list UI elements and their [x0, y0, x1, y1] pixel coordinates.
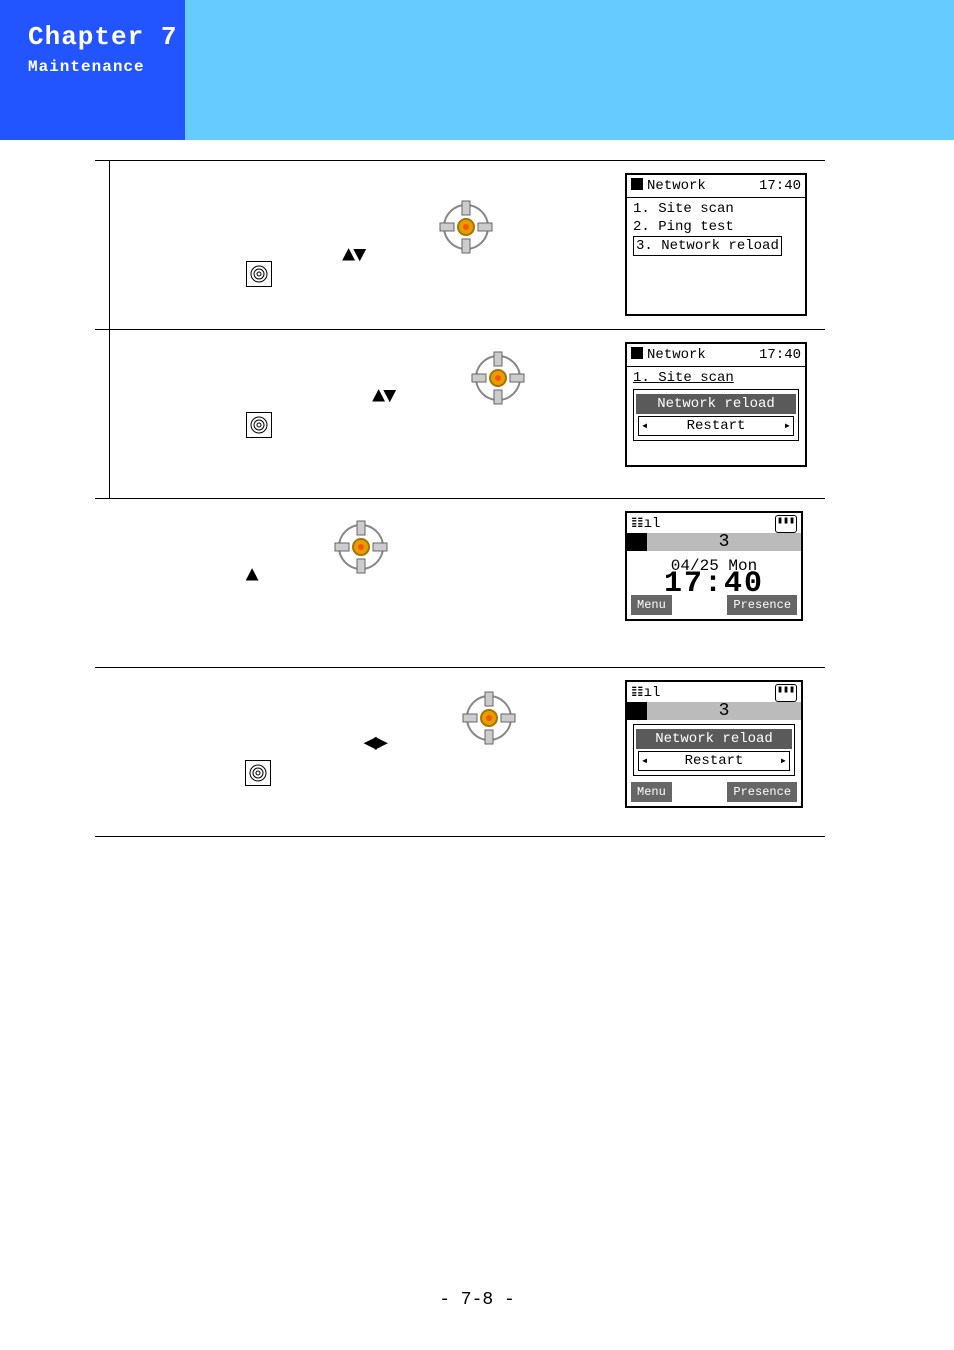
lcd-body: 1. Site scan Network reload ◂ Restart ▸ — [627, 367, 805, 465]
step-controls-4: ◀▶ — [109, 668, 619, 837]
phone-icon — [627, 533, 647, 551]
lcd-time: 17:40 — [759, 177, 801, 195]
dpad-icon — [436, 197, 496, 257]
menu-item-selected: 3. Network reload — [633, 236, 782, 256]
step-screen-3: 𝌮ıl ▮▮▮ 3 04/25 Mon 17:40 Menu Presence — [619, 499, 825, 668]
menu-key-icon — [246, 412, 272, 438]
softkey-row: Menu Presence — [627, 780, 801, 806]
steps-table: ▲▼ Network 17:40 1. Site scan 2. Ping te… — [95, 160, 825, 837]
highlight-label: Network reload — [636, 729, 792, 749]
chapter-title: Chapter 7 — [28, 22, 167, 52]
left-triangle-icon: ◂ — [641, 752, 648, 770]
step-controls-3: ▲ — [109, 499, 619, 668]
lcd-title: Network — [631, 177, 706, 195]
nav-label: Restart — [687, 417, 746, 435]
left-triangle-icon: ◂ — [641, 417, 648, 435]
content-area: ▲▼ Network 17:40 1. Site scan 2. Ping te… — [95, 160, 825, 837]
softkey-right[interactable]: Presence — [727, 595, 797, 615]
lcd-screen-standby: 𝌮ıl ▮▮▮ 3 04/25 Mon 17:40 Menu Presence — [625, 511, 803, 621]
step-controls-2: ▲▼ — [109, 330, 619, 499]
step-screen-2: Network 17:40 1. Site scan Network reloa… — [619, 330, 825, 499]
square-icon — [631, 347, 643, 359]
chapter-subtitle: Maintenance — [28, 58, 167, 76]
right-triangle-icon: ▸ — [784, 417, 791, 435]
signal-icon: 𝌮ıl — [631, 515, 660, 533]
nav-row: ◂ Restart ▸ — [638, 416, 794, 436]
left-right-arrows-icon: ◀▶ — [363, 730, 386, 756]
lcd-screen: Network 17:40 1. Site scan 2. Ping test … — [625, 173, 807, 316]
menu-item: 2. Ping test — [633, 218, 799, 236]
status-bar: 𝌮ıl ▮▮▮ — [627, 682, 801, 702]
nav-row: ◂ Restart ▸ — [638, 751, 790, 771]
lcd-body: 1. Site scan 2. Ping test 3. Network rel… — [627, 198, 805, 314]
menu-item: 1. Site scan — [633, 200, 799, 218]
menu-key-icon — [246, 261, 272, 287]
battery-icon: ▮▮▮ — [775, 515, 797, 533]
right-triangle-icon: ▸ — [780, 752, 787, 770]
lcd-screen: Network 17:40 1. Site scan Network reloa… — [625, 342, 807, 467]
status-bar: 𝌮ıl ▮▮▮ — [627, 513, 801, 533]
signal-icon: 𝌮ıl — [631, 684, 660, 702]
softkey-right[interactable]: Presence — [727, 782, 797, 802]
menu-key-icon — [245, 760, 271, 786]
lcd-title-row: Network 17:40 — [627, 175, 805, 198]
line-number-row: 3 — [627, 702, 801, 720]
step-gutter-open — [95, 499, 109, 668]
step-gutter — [95, 161, 109, 330]
lcd-title-row: Network 17:40 — [627, 344, 805, 367]
line-digit: 3 — [647, 702, 801, 720]
menu-header-item: 1. Site scan — [633, 369, 799, 387]
highlight-label: Network reload — [636, 394, 796, 414]
step-screen-1: Network 17:40 1. Site scan 2. Ping test … — [619, 161, 825, 330]
battery-icon: ▮▮▮ — [775, 684, 797, 702]
dpad-icon — [468, 348, 528, 408]
step-screen-4: 𝌮ıl ▮▮▮ 3 Network reload ◂ Restart ▸ Men… — [619, 668, 825, 837]
softkey-left[interactable]: Menu — [631, 782, 672, 802]
step-gutter — [95, 330, 109, 499]
dpad-icon — [459, 688, 519, 748]
nav-label: Restart — [685, 752, 744, 770]
softkey-left[interactable]: Menu — [631, 595, 672, 615]
page-footer: - 7-8 - — [0, 1290, 954, 1310]
phone-icon — [627, 702, 647, 720]
chapter-header: Chapter 7 Maintenance — [0, 0, 185, 140]
up-down-arrows-icon: ▲▼ — [372, 384, 394, 409]
up-down-arrows-icon: ▲▼ — [342, 243, 364, 268]
line-number-row: 3 — [627, 533, 801, 551]
up-arrow-icon: ▲ — [245, 563, 256, 588]
standby-time: 17:40 — [627, 575, 801, 593]
line-digit: 3 — [647, 533, 801, 551]
lcd-title: Network — [631, 346, 706, 364]
step-controls-1: ▲▼ — [109, 161, 619, 330]
lcd-time: 17:40 — [759, 346, 801, 364]
lcd-screen-standby-confirm: 𝌮ıl ▮▮▮ 3 Network reload ◂ Restart ▸ Men… — [625, 680, 803, 808]
dpad-icon — [331, 517, 391, 577]
step-gutter-open — [95, 668, 109, 837]
header-band: Chapter 7 Maintenance — [0, 0, 954, 140]
square-icon — [631, 178, 643, 190]
